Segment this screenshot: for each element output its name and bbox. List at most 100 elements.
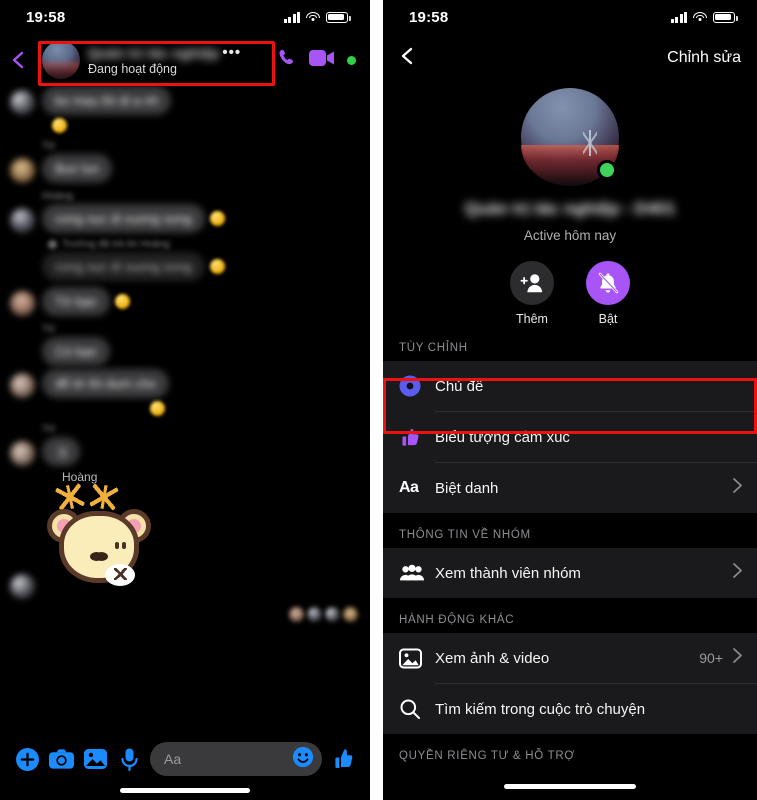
message-row[interactable]: bo mau thi di a nh [0,86,370,115]
menu-item-label: Biểu tượng cảm xúc [435,428,570,446]
chevron-right-icon [732,647,743,669]
sticker-message[interactable]: Hoàng [0,470,370,599]
back-chevron-icon[interactable] [397,45,419,72]
section-title-privacy-support: QUYỀN RIÊNG TƯ & HỖ TRỢ [383,734,757,769]
chat-title-button[interactable]: Quản trị tác nghiệp ••• Đang hoạt động [42,41,276,79]
video-camera-icon[interactable] [309,49,335,72]
message-bubble[interactable]: để tớ thi dum cho [42,369,170,398]
quick-action-add[interactable]: Thêm [510,261,554,326]
emoji-smiley-icon[interactable] [292,746,314,773]
emoji-reaction[interactable] [150,401,165,416]
screenshot-root: 19:58 Quản trị tác nghiệp ••• Đang hoạt … [0,0,757,800]
online-dot [597,160,617,180]
message-bubble[interactable]: cong suc di xuong song [42,204,205,233]
status-bar-right: 19:58 [383,0,757,34]
chat-header-actions [276,47,358,73]
message-input[interactable]: Aa [150,742,322,776]
emoji-reaction[interactable] [209,211,225,226]
menu-item-search-conversation[interactable]: Tìm kiếm trong cuộc trò chuyện [383,684,757,734]
avatar [10,208,35,233]
camera-icon[interactable] [44,742,78,776]
menu-item-label: Tìm kiếm trong cuộc trò chuyện [435,700,646,718]
status-bar-left: 19:58 [0,0,370,34]
group-avatar[interactable] [521,88,619,186]
section-title-group-info: THÔNG TIN VỀ NHÓM [383,513,757,548]
avatar [10,90,35,115]
wifi-icon [306,11,320,23]
quick-action-notifications[interactable]: Bật [586,261,630,326]
message-bubble[interactable]: bo mau thi di a nh [42,86,172,115]
avatar [10,373,35,398]
cellular-bars-icon [283,11,300,23]
bear-sticker[interactable] [43,482,155,599]
emoji-reaction[interactable] [209,259,225,274]
home-indicator [120,788,250,793]
seen-by-avatars [0,599,370,622]
phone-call-icon[interactable] [276,47,297,73]
plus-circle-icon[interactable] [10,742,44,776]
chat-avatar [42,41,80,79]
menu-item-photos-videos[interactable]: Xem ảnh & video 90+ [383,633,757,683]
sticker-sender: Hoàng [62,470,98,484]
quick-actions: Thêm Bật [383,261,757,326]
avatar [307,607,322,622]
bell-muted-icon [586,261,630,305]
photo-count-badge: 90+ [699,650,723,666]
messenger-chat-screen: 19:58 Quản trị tác nghiệp ••• Đang hoạt … [0,0,370,800]
chat-message-list[interactable]: bo mau thi di a nh Tớ Bun lun Hoàng cong… [0,86,370,734]
message-row[interactable]: Bun lun [0,154,370,183]
menu-item-theme[interactable]: Chủ đề [383,361,757,411]
avatar [325,607,340,622]
menu-group-group-info: Xem thành viên nhóm [383,548,757,598]
message-bubble[interactable]: Có bạn [42,337,110,366]
message-row[interactable]: cong suc di xuong song [0,252,370,281]
menu-item-view-members[interactable]: Xem thành viên nhóm [383,548,757,598]
details-nav-bar: Chỉnh sửa [383,34,757,82]
cellular-bars-icon [670,11,687,23]
message-input-placeholder: Aa [164,751,182,767]
message-row[interactable]: để tớ thi dum cho [0,369,370,398]
microphone-icon[interactable] [112,742,146,776]
message-row[interactable]: Tớ bạn [0,287,370,316]
home-indicator [504,784,636,789]
image-gallery-icon[interactable] [78,742,112,776]
avatar [10,574,35,599]
search-icon [399,698,429,720]
section-title-customization: TÙY CHỈNH [383,326,757,361]
menu-item-nickname[interactable]: Aa Biệt danh [383,463,757,513]
group-profile-header: Quản trị tác nghiệp - D401 Active hôm na… [383,82,757,326]
sparkle-icon [54,482,86,512]
emoji-reaction[interactable] [52,118,67,133]
battery-icon [326,11,351,23]
message-sender: Tớ [42,323,56,335]
avatar [343,607,358,622]
message-bubble[interactable]: Bun lun [42,154,113,183]
theme-color-circle-icon [399,375,429,397]
status-time: 19:58 [26,8,66,26]
chevron-right-icon [732,562,743,584]
back-chevron-icon[interactable] [8,49,30,71]
message-bubble[interactable]: Tớ bạn [42,287,110,316]
chat-name-overflow: ••• [222,43,242,61]
photo-icon [399,648,429,669]
menu-item-label: Xem ảnh & video [435,649,550,667]
panel-divider [370,0,383,800]
conversation-details-screen: 19:58 Chỉnh sửa Quản trị tác nghiệp - D4… [383,0,757,800]
chevron-right-icon [732,477,743,499]
online-dot [347,55,356,65]
aa-text-icon: Aa [399,479,419,496]
avatar [10,291,35,316]
menu-item-label: Biệt danh [435,479,499,497]
message-sender: Hoàng [42,190,73,202]
reaction-row [0,401,370,416]
message-row[interactable]: Có bạn [0,337,370,366]
message-row[interactable]: cong suc di xuong song [0,204,370,233]
menu-item-emoji[interactable]: Biểu tượng cảm xúc [383,412,757,462]
message-row[interactable]: :)) [0,437,370,466]
message-bubble[interactable]: :)) [42,437,81,466]
emoji-reaction[interactable] [114,294,130,309]
reply-context: Trường đã trả lời Hoàng [48,239,370,250]
message-bubble[interactable]: cong suc di xuong song [42,252,205,281]
edit-button[interactable]: Chỉnh sửa [667,49,741,67]
thumbs-up-icon[interactable] [326,742,360,776]
